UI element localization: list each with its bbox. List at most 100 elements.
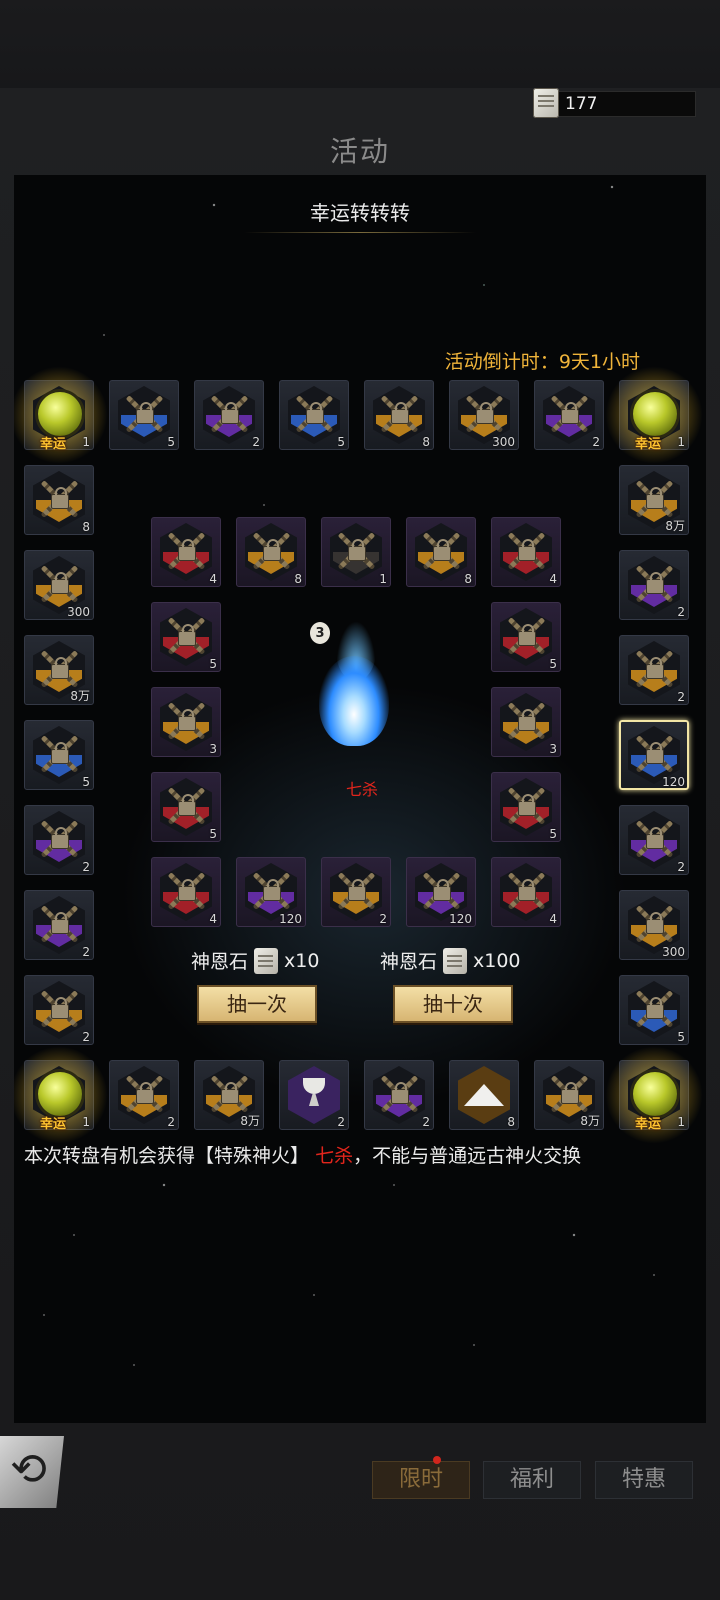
lock-icon	[178, 794, 196, 816]
lock-icon	[178, 879, 196, 901]
inner-reward-slot[interactable]: 120	[406, 857, 476, 927]
lock-icon	[391, 402, 409, 424]
lock-icon	[646, 572, 664, 594]
item-count: 1	[379, 572, 387, 586]
lock-icon	[51, 657, 69, 679]
inner-reward-slot[interactable]: 3	[151, 687, 221, 757]
cost-amount: x100	[473, 949, 521, 972]
lock-icon	[178, 709, 196, 731]
inner-reward-slot[interactable]: 4	[151, 857, 221, 927]
inner-reward-slot[interactable]: 2	[321, 857, 391, 927]
outer-reward-slot[interactable]: 2	[24, 975, 94, 1045]
outer-reward-slot[interactable]: 300	[619, 890, 689, 960]
lock-icon	[51, 827, 69, 849]
item-count: 120	[449, 912, 472, 926]
outer-reward-slot[interactable]: 8	[364, 380, 434, 450]
outer-reward-slot[interactable]: 2	[24, 805, 94, 875]
currency-display: 177	[533, 88, 696, 118]
outer-reward-slot[interactable]: 2	[109, 1060, 179, 1130]
inner-reward-slot[interactable]: 5	[151, 772, 221, 842]
lock-icon	[51, 742, 69, 764]
luck-label: 幸运	[635, 437, 662, 452]
outer-reward-slot[interactable]: 2	[619, 550, 689, 620]
inner-reward-slot[interactable]: 8	[406, 517, 476, 587]
lock-icon	[646, 742, 664, 764]
draw-ten-button[interactable]: 抽十次	[393, 985, 513, 1023]
item-count: 1	[82, 435, 90, 449]
outer-reward-slot[interactable]: 2	[619, 635, 689, 705]
item-count: 2	[252, 435, 260, 449]
outer-reward-slot[interactable]: 5	[619, 975, 689, 1045]
lock-icon	[51, 572, 69, 594]
outer-reward-slot[interactable]: 2	[194, 380, 264, 450]
inner-reward-slot[interactable]: 5	[491, 602, 561, 672]
outer-reward-slot[interactable]: 幸运 1	[14, 366, 108, 464]
draw-once-button[interactable]: 抽一次	[197, 985, 317, 1023]
tab-welfare[interactable]: 福利	[483, 1461, 581, 1499]
item-count: 300	[67, 605, 90, 619]
item-count: 300	[492, 435, 515, 449]
outer-reward-slot[interactable]: 120	[619, 720, 689, 790]
blue-flame-icon	[319, 656, 389, 746]
inner-reward-slot[interactable]: 5	[491, 772, 561, 842]
outer-reward-slot[interactable]: 5	[24, 720, 94, 790]
inner-reward-slot[interactable]: 4	[491, 857, 561, 927]
luck-orb-icon	[38, 1072, 82, 1116]
tab-special-offer[interactable]: 特惠	[595, 1461, 693, 1499]
divine-stone-icon	[254, 947, 279, 974]
lock-icon	[348, 539, 366, 561]
back-button[interactable]	[0, 1436, 64, 1508]
item-count: 300	[662, 945, 685, 959]
item-count: 5	[82, 775, 90, 789]
cost-label: 神恩石	[380, 951, 438, 973]
outer-reward-slot[interactable]: 300	[449, 380, 519, 450]
item-count: 5	[167, 435, 175, 449]
luck-label: 幸运	[40, 437, 67, 452]
item-count: 4	[209, 572, 217, 586]
lock-icon	[263, 879, 281, 901]
item-count: 8万	[580, 1114, 600, 1128]
inner-reward-slot[interactable]: 4	[491, 517, 561, 587]
outer-reward-slot[interactable]: 300	[24, 550, 94, 620]
outer-reward-slot[interactable]: 幸运 1	[605, 366, 703, 464]
inner-reward-slot[interactable]: 8	[236, 517, 306, 587]
lucky-wheel-panel: 幸运转转转 活动倒计时：9天1小时 幸运 1 5 2 5 8 300 2 幸运 1 8万 2 2 120 2…	[14, 175, 706, 1423]
lock-icon	[136, 402, 154, 424]
luck-orb-icon	[633, 392, 677, 436]
lock-icon	[178, 624, 196, 646]
notice-highlight: 七杀	[315, 1145, 354, 1167]
outer-reward-slot[interactable]: 2	[24, 890, 94, 960]
inner-reward-slot[interactable]: 3	[491, 687, 561, 757]
outer-reward-slot[interactable]: 8	[449, 1060, 519, 1130]
item-count: 5	[677, 1030, 685, 1044]
outer-reward-slot[interactable]: 8万	[534, 1060, 604, 1130]
outer-reward-slot[interactable]: 5	[279, 380, 349, 450]
lock-icon	[51, 487, 69, 509]
divine-stone-icon	[533, 88, 559, 118]
outer-reward-slot[interactable]: 8万	[619, 465, 689, 535]
lock-icon	[646, 997, 664, 1019]
outer-reward-slot[interactable]: 2	[619, 805, 689, 875]
tab-limited[interactable]: 限时	[372, 1461, 470, 1499]
fire-name: 七杀	[345, 780, 378, 799]
item-count: 120	[662, 775, 685, 789]
lock-icon	[136, 1082, 154, 1104]
inner-reward-slot[interactable]: 120	[236, 857, 306, 927]
outer-reward-slot[interactable]: 5	[109, 380, 179, 450]
cost-label: 神恩石	[191, 951, 249, 973]
outer-reward-slot[interactable]: 8万	[194, 1060, 264, 1130]
outer-reward-slot[interactable]: 2	[534, 380, 604, 450]
inner-reward-slot[interactable]: 1	[321, 517, 391, 587]
outer-reward-slot[interactable]: 2	[364, 1060, 434, 1130]
inner-reward-slot[interactable]: 5	[151, 602, 221, 672]
outer-reward-slot[interactable]: 2	[279, 1060, 349, 1130]
inner-reward-slot[interactable]: 4	[151, 517, 221, 587]
outer-reward-slot[interactable]: 幸运 1	[605, 1046, 703, 1144]
item-count: 5	[209, 657, 217, 671]
outer-reward-slot[interactable]: 8万	[24, 635, 94, 705]
outer-reward-slot[interactable]: 幸运 1	[14, 1046, 108, 1144]
outer-reward-slot[interactable]: 8	[24, 465, 94, 535]
event-title: 幸运转转转	[310, 201, 410, 225]
lock-icon	[433, 539, 451, 561]
reward-notice: 本次转盘有机会获得【特殊神火】 七杀，不能与普通远古神火交换	[24, 1141, 581, 1168]
